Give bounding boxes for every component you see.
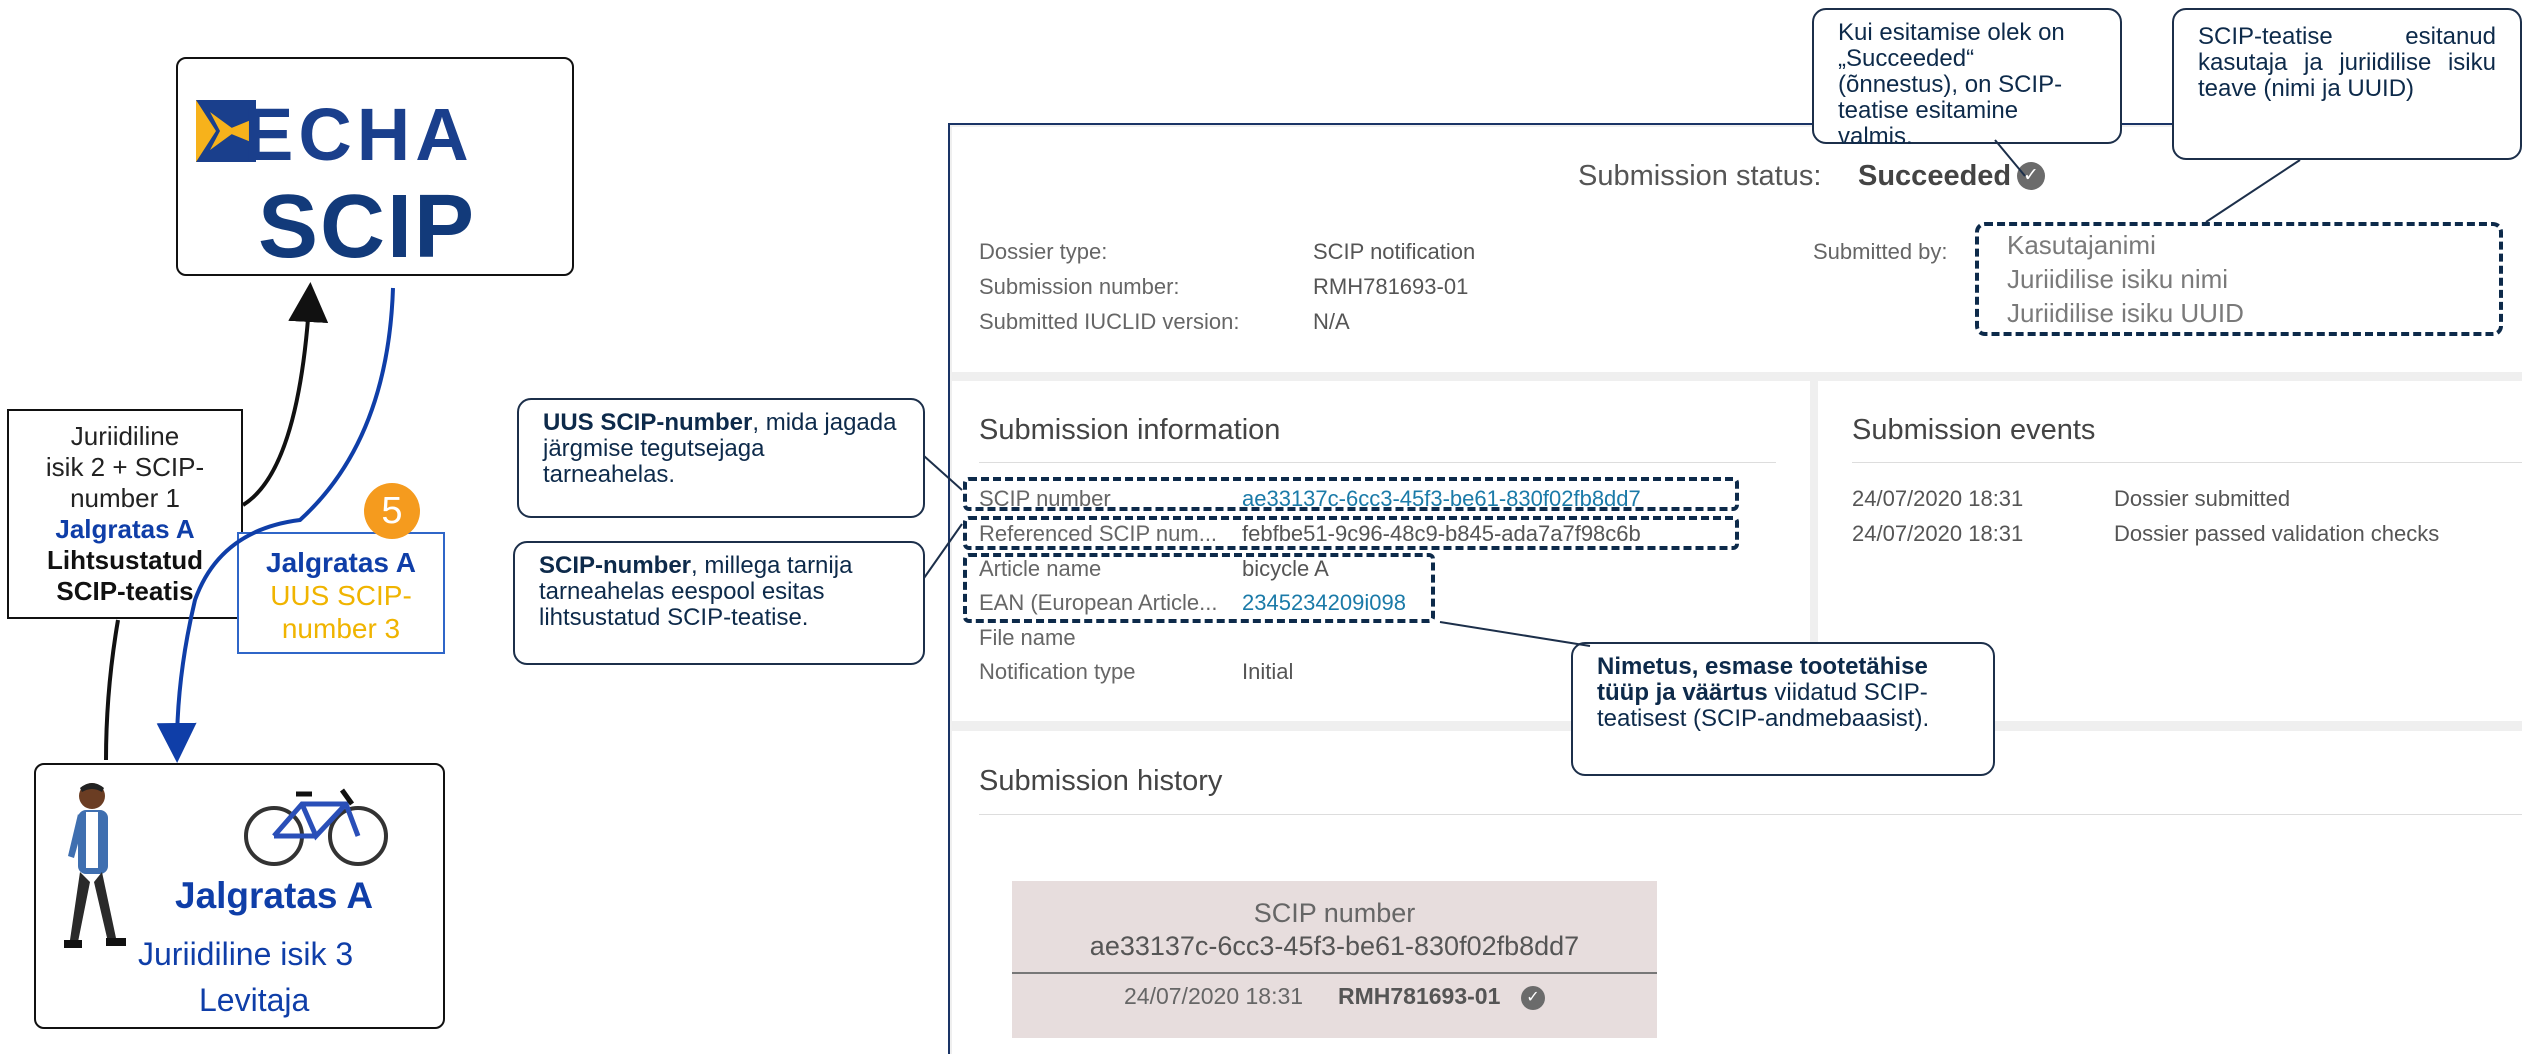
logo-echa-text: ECHA — [244, 93, 474, 176]
divider — [1852, 462, 2522, 463]
iuclid-version-label: Submitted IUCLID version: — [979, 309, 1240, 334]
submission-information-title: Submission information — [979, 414, 1281, 446]
distributor-legal-entity: Juriidiline isik 3 — [138, 936, 354, 972]
callout-ref-scip-bold: SCIP-number — [539, 552, 692, 579]
distributor-role: Levitaja — [199, 982, 310, 1018]
submission-number-value: RMH781693-01 — [1313, 274, 1469, 299]
le2-line1: Juriidiline — [70, 421, 180, 451]
logo-scip-text: SCIP — [258, 177, 477, 277]
submission-status-label: Submission status: — [1578, 160, 1822, 192]
event-description: Dossier submitted — [2114, 486, 2291, 511]
le2-notification: SCIP-teatis — [56, 576, 194, 606]
history-submission-number: RMH781693-01 — [1338, 983, 1501, 1009]
event-date: 24/07/2020 18:31 — [1852, 486, 2024, 511]
submitted-by-label: Submitted by: — [1813, 239, 1948, 264]
callout-status-note: Kui esitamise olek on „Succeeded“ (õnnes… — [1812, 8, 2122, 150]
divider — [979, 814, 2522, 815]
le2-simplified: Lihtsustatud — [47, 545, 203, 575]
callout-submitter-note: SCIP-teatise esitanud kasutaja ja juriid… — [2172, 8, 2522, 160]
walking-person-icon — [64, 783, 126, 948]
arrow-to-echa — [241, 282, 329, 507]
submission-status-value: Succeeded — [1858, 160, 2012, 192]
callout-new-scip-number: UUS SCIP-number, mida jagada järgmise te… — [517, 398, 925, 518]
submission-events-title: Submission events — [1852, 414, 2096, 446]
iuclid-version-value: N/A — [1313, 309, 1350, 334]
file-name-label: File name — [979, 625, 1076, 650]
history-date: 24/07/2020 18:31 — [1124, 983, 1304, 1009]
check-circle-icon: ✓ — [2017, 162, 2045, 190]
event-description: Dossier passed validation checks — [2114, 521, 2440, 546]
bike-box-line2: UUS SCIP- — [270, 580, 412, 611]
scip-number-highlight — [963, 477, 1739, 511]
submitted-by-entity-name: Juriidilise isiku nimi — [2007, 264, 2229, 294]
legal-entity-2-box: Juriidiline isik 2 + SCIP- number 1 Jalg… — [7, 409, 243, 619]
history-divider — [1012, 972, 1657, 974]
bike-box-title: Jalgratas A — [266, 547, 416, 578]
bicycle-icon — [244, 788, 388, 866]
article-identifiers-highlight — [963, 553, 1435, 623]
history-scip-label: SCIP number — [1253, 898, 1416, 928]
le2-line3: number 1 — [70, 483, 180, 513]
distributor-article: Jalgratas A — [175, 875, 374, 916]
step-badge: 5 — [364, 483, 420, 539]
callout-referenced-scip: SCIP-number, millega tarnija tarneahelas… — [513, 541, 925, 665]
dossier-type-label: Dossier type: — [979, 239, 1108, 264]
submitted-by-username: Kasutajanimi — [2007, 230, 2156, 260]
new-scip-number-box: Jalgratas A UUS SCIP- number 3 — [237, 532, 445, 654]
dossier-type-value: SCIP notification — [1313, 239, 1476, 264]
line-from-distributor — [104, 619, 120, 761]
submission-number-label: Submission number: — [979, 274, 1180, 299]
le2-line2: isik 2 + SCIP- — [45, 452, 205, 482]
submitted-by-entity-uuid: Juriidilise isiku UUID — [2007, 298, 2244, 328]
le2-article: Jalgratas A — [55, 514, 195, 544]
callout-article-identifiers: Nimetus, esmase tootetähise tüüp ja väär… — [1571, 642, 1995, 776]
event-date: 24/07/2020 18:31 — [1852, 521, 2024, 546]
callout-new-scip-bold: UUS SCIP-number — [543, 409, 753, 436]
divider — [979, 462, 1776, 463]
check-circle-icon: ✓ — [1521, 986, 1545, 1010]
submission-history-title: Submission history — [979, 765, 1223, 797]
history-scip-value: ae33137c-6cc3-45f3-be61-830f02fb8dd7 — [1089, 931, 1580, 961]
bike-box-line3: number 3 — [281, 613, 401, 644]
notification-type-label: Notification type — [979, 659, 1136, 684]
notification-type-value: Initial — [1242, 659, 1294, 684]
referenced-scip-highlight — [963, 516, 1739, 550]
